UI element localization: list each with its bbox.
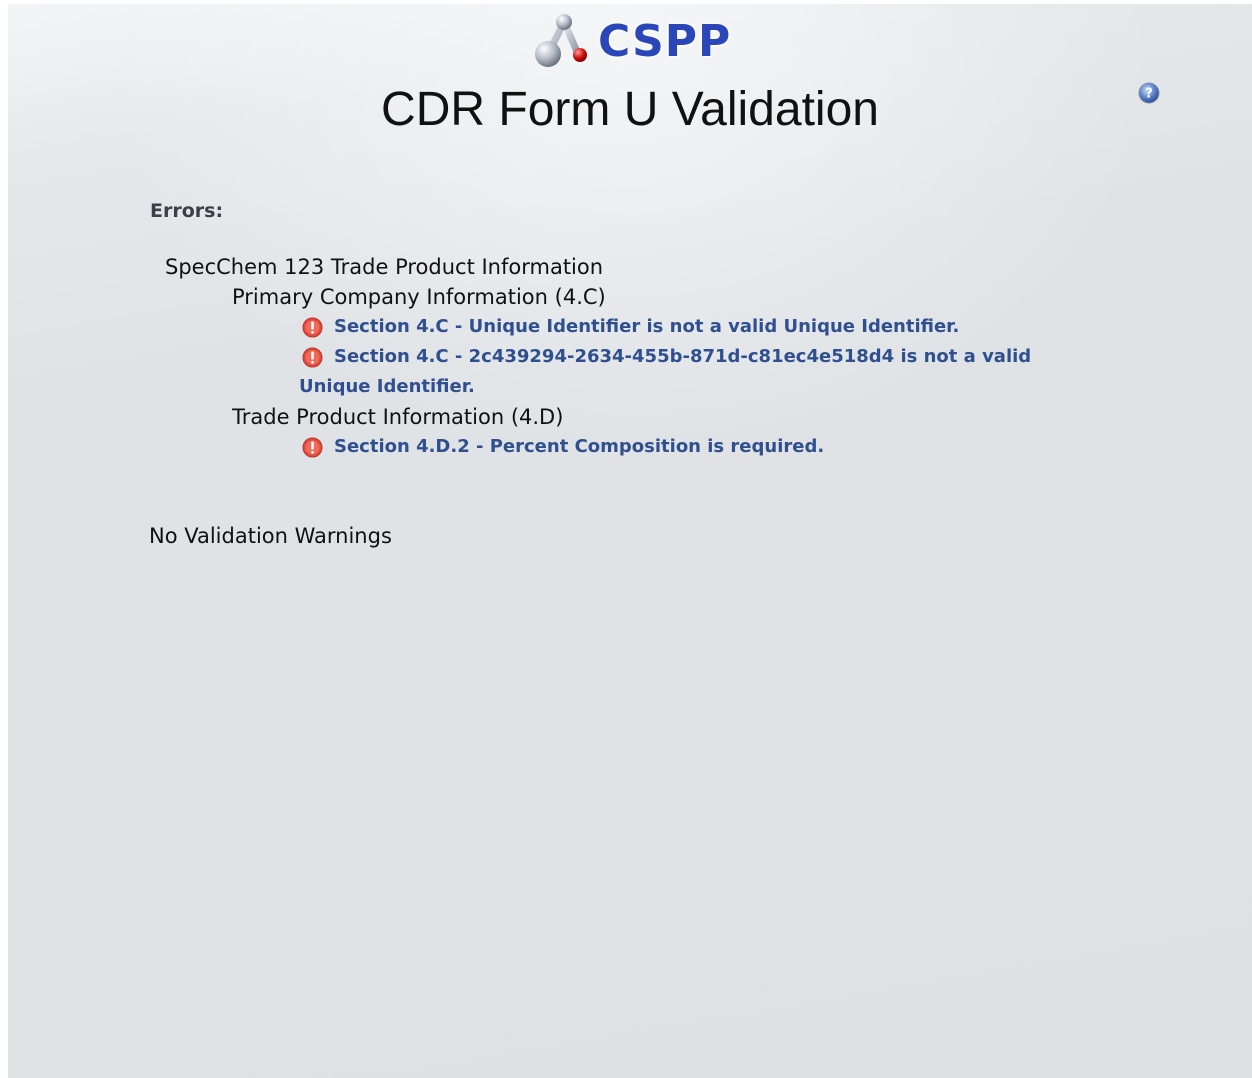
subgroup-title-trade-product: Trade Product Information (4.D) (232, 405, 564, 429)
error-item[interactable]: Section 4.C - Unique Identifier is not a… (299, 312, 1095, 342)
no-warnings-text: No Validation Warnings (149, 524, 392, 548)
page-title: CDR Form U Validation (381, 83, 879, 136)
error-item[interactable]: Section 4.D.2 - Percent Composition is r… (299, 432, 1095, 462)
logo-text: CSPP (598, 15, 732, 67)
error-icon (302, 437, 323, 458)
validation-window: CSPP CDR Form U Validation ? Errors: Spe… (8, 4, 1252, 1078)
errors-heading: Errors: (150, 200, 224, 222)
cspp-logo: CSPP (528, 8, 731, 74)
error-icon (302, 317, 323, 338)
error-icon (302, 347, 323, 368)
molecule-icon (528, 10, 594, 72)
subgroup-title-primary-company: Primary Company Information (4.C) (232, 285, 606, 309)
error-item[interactable]: Section 4.C - 2c439294-2634-455b-871d-c8… (299, 342, 1095, 402)
error-tree: SpecChem 123 Trade Product Information P… (165, 252, 1095, 462)
group-title-trade-product: SpecChem 123 Trade Product Information (165, 255, 604, 279)
svg-text:?: ? (1145, 87, 1153, 102)
error-text: Section 4.D.2 - Percent Composition is r… (334, 436, 825, 457)
help-icon[interactable]: ? (1138, 82, 1160, 104)
error-text: Section 4.C - 2c439294-2634-455b-871d-c8… (299, 346, 1032, 397)
error-text: Section 4.C - Unique Identifier is not a… (334, 316, 960, 337)
